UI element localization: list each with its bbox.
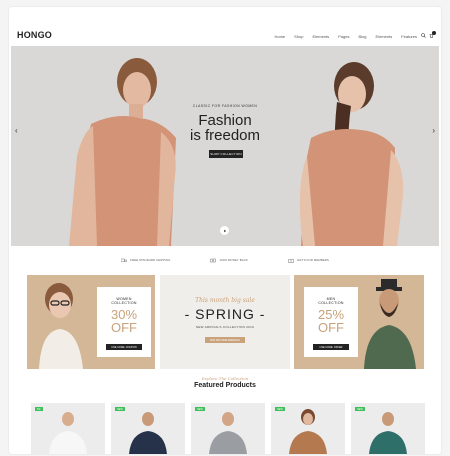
cart-icon[interactable] [429,31,436,38]
feature-money-back: 100% MONEY BACK [210,255,248,265]
logo[interactable]: HONGO [17,30,52,40]
feature-label: GIFTS FOR MEMBERS [296,258,329,262]
feature-gifts: GIFTS FOR MEMBERS [288,255,329,265]
spring-title: - SPRING - [184,306,266,322]
promo-women-discount: 30% OFF [97,308,151,334]
nav-blog[interactable]: Blog [359,34,367,39]
promo-label-line: COLLECTION [318,301,344,305]
product-card[interactable]: NEW [191,403,265,454]
hero-overline: CLASSIC FOR FASHION WOMEN [192,104,258,108]
search-icon[interactable] [421,33,426,38]
feature-shipping: FREE STANDARD SHIPPING [121,255,170,265]
promo-women-code[interactable]: USE CODE: COUPON [106,344,142,350]
hero-title: Fashion is freedom [11,113,439,143]
product-image [209,412,247,454]
shop-collection-button[interactable]: SHOP COLLECTION [209,150,243,158]
hero-image [69,58,404,246]
hero-slider: CLASSIC FOR FASHION WOMEN Fashion is fre… [11,46,439,246]
feature-label: 100% MONEY BACK [219,258,248,262]
product-image [369,412,407,454]
main-menu: Home Shop Elements Pages Blog Elements F… [274,34,417,39]
product-card[interactable]: NEW [351,403,425,454]
promo-label-line: COLLECTION [111,301,137,305]
promo-men-discount: 25% OFF [304,308,358,334]
promo-men-label: MEN COLLECTION [304,297,358,305]
product-card[interactable]: 5% [31,403,105,454]
header: HONGO Home Shop Elements Pages Blog Elem… [9,29,441,46]
discount-off: OFF [111,320,137,335]
money-icon [210,258,217,262]
discount-off: OFF [318,320,344,335]
spring-script: This month big sale [195,297,255,304]
nav-home[interactable]: Home [274,34,285,39]
promo-spring-sale[interactable]: This month big sale - SPRING - NEW ARRIV… [160,275,290,369]
hero-title-line1: Fashion [198,112,252,129]
cart-count-badge [432,31,436,35]
slider-next-icon[interactable]: › [432,126,435,135]
play-icon [223,229,226,232]
featured-title: Featured Products [194,382,256,389]
slider-prev-icon[interactable]: ‹ [15,126,18,135]
nav-icons [421,31,436,38]
hero-title-line2: is freedom [189,127,261,144]
nav-features[interactable]: Features [401,34,417,39]
browser-frame: HONGO Home Shop Elements Pages Blog Elem… [9,7,441,454]
spring-offer-button[interactable]: 20% OFF NEW ARRIVALS [205,337,245,343]
featured-overline: Explore The Collection [201,376,249,381]
nav-pages[interactable]: Pages [338,34,349,39]
play-video-button[interactable] [220,226,229,235]
spring-subtitle: NEW ARRIVALS COLLECTION 2019 [195,325,255,329]
product-card[interactable]: NEW [271,403,345,454]
product-image [289,409,327,454]
gift-icon [288,258,294,263]
promo-women-collection[interactable]: WOMEN COLLECTION 30% OFF USE CODE: COUPO… [27,275,155,369]
promo-men-collection[interactable]: MEN COLLECTION 25% OFF USE CODE: OFFER [294,275,424,369]
nav-shop[interactable]: Shop [294,34,303,39]
product-image [49,412,87,454]
promo-men-card: MEN COLLECTION 25% OFF USE CODE: OFFER [304,287,358,357]
feature-label: FREE STANDARD SHIPPING [130,258,171,262]
product-image [129,412,167,454]
truck-icon [121,258,127,262]
promo-women-card: WOMEN COLLECTION 30% OFF USE CODE: COUPO… [97,287,151,357]
nav-elements-2[interactable]: Elements [376,34,393,39]
product-card[interactable]: NEW [111,403,185,454]
promo-men-code[interactable]: USE CODE: OFFER [313,344,349,350]
nav-elements[interactable]: Elements [312,34,329,39]
promo-women-label: WOMEN COLLECTION [97,297,151,305]
features-bar: FREE STANDARD SHIPPING 100% MONEY BACK G… [9,255,441,265]
